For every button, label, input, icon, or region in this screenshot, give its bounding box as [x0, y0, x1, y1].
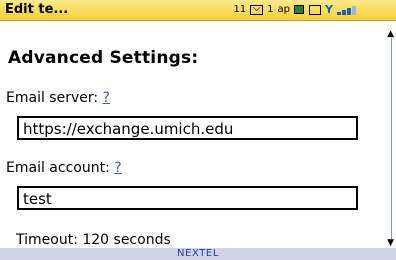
network-icon: [294, 5, 305, 14]
email-account-field[interactable]: test: [17, 186, 358, 210]
status-indicators: 11 1 ap Y: [233, 3, 356, 16]
network-label: ap: [277, 4, 291, 15]
timeout-label[interactable]: Timeout: 120 seconds: [16, 232, 171, 248]
window-title: Edit te...: [5, 2, 69, 17]
envelope-icon: [250, 4, 264, 15]
carrier-bar: NEXTEL: [0, 248, 396, 260]
antenna-icon: Y: [325, 3, 333, 16]
carrier-name: NEXTEL: [176, 248, 220, 259]
email-server-label: Email server:: [6, 90, 103, 106]
email-server-field[interactable]: https://exchange.umich.edu: [17, 116, 358, 140]
signal-bars-icon: [337, 5, 356, 15]
message-count: 11: [233, 4, 247, 15]
lock-icon: [309, 4, 322, 15]
signal-number: 1: [267, 4, 274, 15]
email-account-label-row: Email account: ?: [6, 160, 122, 176]
email-server-label-row: Email server: ?: [6, 90, 110, 106]
email-account-label: Email account:: [6, 160, 115, 176]
scrollbar[interactable]: [391, 38, 392, 243]
title-bar: Edit te... 11 1 ap Y: [0, 0, 396, 21]
scroll-down-icon: ▼: [387, 238, 394, 248]
page-heading: Advanced Settings:: [8, 48, 199, 68]
email-server-help-link[interactable]: ?: [103, 90, 110, 106]
email-account-help-link[interactable]: ?: [114, 160, 121, 176]
